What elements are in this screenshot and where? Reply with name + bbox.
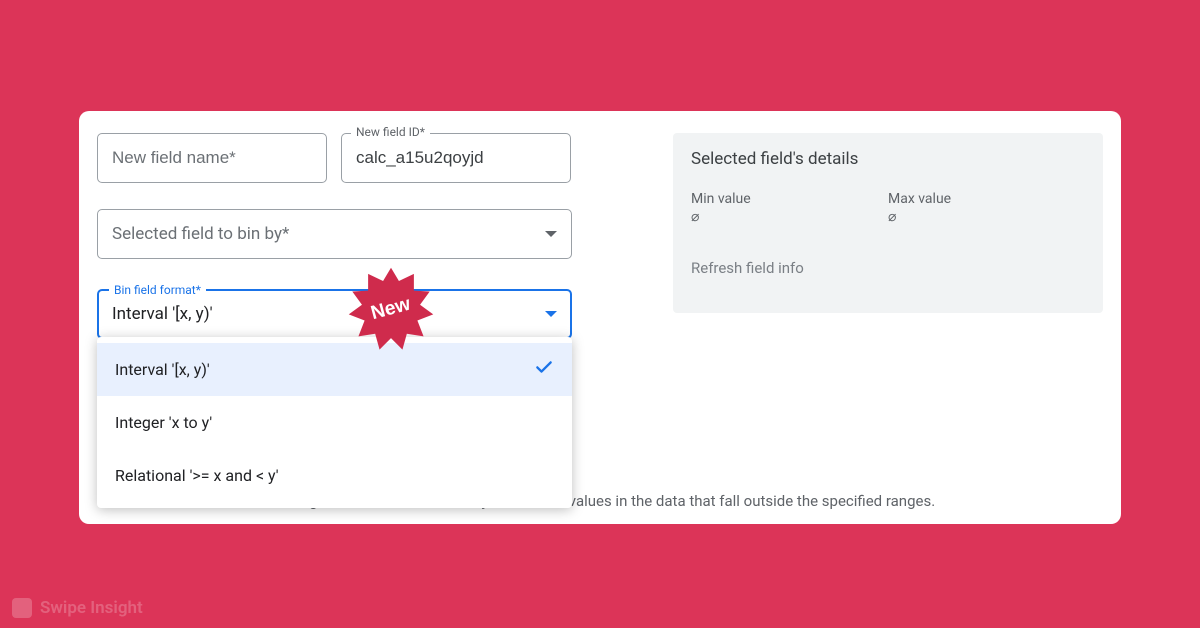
min-value-col: Min value ⌀	[691, 191, 888, 225]
max-value: ⌀	[888, 209, 1085, 225]
select-bin-by[interactable]: Selected field to bin by*	[97, 209, 572, 259]
dropdown-item-label: Integer 'x to y'	[115, 413, 554, 432]
new-field-id-label: New field ID*	[351, 125, 430, 139]
watermark: Swipe Insight	[12, 598, 143, 618]
dropdown-item-label: Relational '>= x and < y'	[115, 466, 554, 485]
check-icon	[534, 357, 554, 382]
bin-format-option-relational[interactable]: Relational '>= x and < y'	[97, 449, 572, 502]
chevron-down-icon	[545, 311, 557, 317]
new-field-name-input[interactable]	[97, 133, 327, 183]
details-columns: Min value ⌀ Max value ⌀	[691, 191, 1085, 225]
config-card: New field ID* Selected field to bin by* …	[79, 111, 1121, 524]
selected-field-details-panel: Selected field's details Min value ⌀ Max…	[673, 133, 1103, 313]
min-value: ⌀	[691, 209, 888, 225]
bin-format-select[interactable]: Bin field format* Interval '[x, y)'	[97, 289, 572, 339]
refresh-field-info-link[interactable]: Refresh field info	[691, 259, 1085, 277]
details-title: Selected field's details	[691, 149, 1085, 169]
max-value-label: Max value	[888, 191, 1085, 207]
chevron-down-icon	[545, 231, 557, 237]
watermark-logo-icon	[12, 598, 32, 618]
bin-format-label: Bin field format*	[109, 283, 206, 297]
bin-format-option-integer[interactable]: Integer 'x to y'	[97, 396, 572, 449]
bin-format-wrap: Bin field format* Interval '[x, y)' Inte…	[97, 289, 572, 339]
new-field-id-wrap: New field ID*	[341, 133, 571, 183]
bin-format-selected-value: Interval '[x, y)'	[112, 304, 545, 324]
min-value-label: Min value	[691, 191, 888, 207]
max-value-col: Max value ⌀	[888, 191, 1085, 225]
select-bin-by-placeholder: Selected field to bin by*	[112, 224, 545, 244]
dropdown-item-label: Interval '[x, y)'	[115, 360, 534, 379]
new-field-id-input[interactable]	[341, 133, 571, 183]
bin-format-option-interval[interactable]: Interval '[x, y)'	[97, 343, 572, 396]
watermark-text: Swipe Insight	[40, 598, 143, 618]
bin-format-dropdown: Interval '[x, y)' Integer 'x to y' Relat…	[97, 337, 572, 508]
